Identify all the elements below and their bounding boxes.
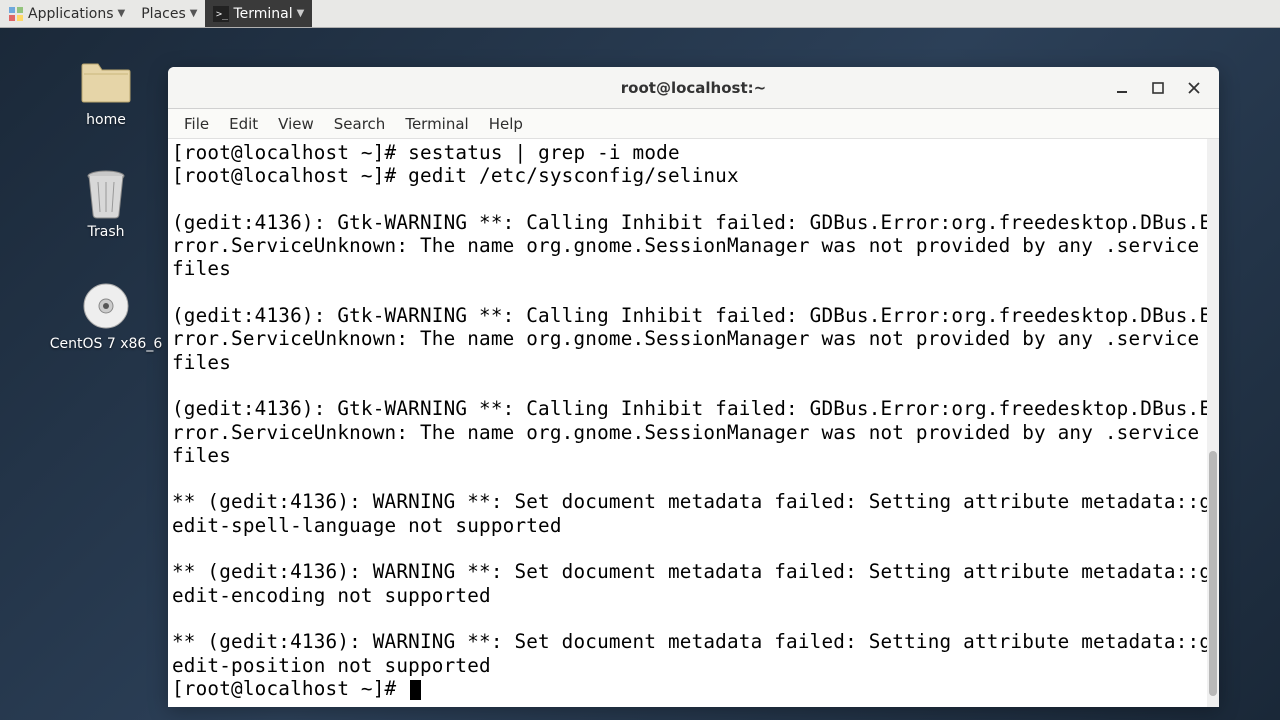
menubar: File Edit View Search Terminal Help <box>168 109 1219 139</box>
chevron-down-icon: ▼ <box>118 8 126 19</box>
output-line: (gedit:4136): Gtk-WARNING **: Calling In… <box>172 304 1211 374</box>
output-line: ** (gedit:4136): WARNING **: Set documen… <box>172 630 1211 676</box>
maximize-button[interactable] <box>1149 79 1167 97</box>
close-button[interactable] <box>1185 79 1203 97</box>
trash-icon <box>80 168 132 220</box>
places-label: Places <box>141 6 186 22</box>
applications-label: Applications <box>28 6 114 22</box>
places-menu[interactable]: Places ▼ <box>133 0 205 27</box>
prompt: [root@localhost ~]# <box>172 677 408 700</box>
menu-terminal[interactable]: Terminal <box>395 111 478 137</box>
output-line: ** (gedit:4136): WARNING **: Set documen… <box>172 490 1211 536</box>
desktop-icon-cd[interactable]: CentOS 7 x86_6 <box>36 280 176 352</box>
command-text: sestatus | grep -i mode <box>408 141 680 164</box>
terminal-cursor <box>410 680 421 700</box>
output-line: (gedit:4136): Gtk-WARNING **: Calling In… <box>172 397 1211 467</box>
terminal-icon: >_ <box>213 6 229 22</box>
window-controls <box>1113 67 1213 108</box>
chevron-down-icon: ▼ <box>297 8 305 19</box>
window-title: root@localhost:~ <box>621 79 766 97</box>
menu-view[interactable]: View <box>268 111 324 137</box>
menu-help[interactable]: Help <box>479 111 533 137</box>
command-text: gedit /etc/sysconfig/selinux <box>408 164 739 187</box>
applications-menu[interactable]: Applications ▼ <box>0 0 133 27</box>
scrollbar[interactable] <box>1207 139 1219 707</box>
prompt: [root@localhost ~]# <box>172 164 408 187</box>
prompt: [root@localhost ~]# <box>172 141 408 164</box>
output-line: (gedit:4136): Gtk-WARNING **: Calling In… <box>172 211 1211 281</box>
desktop-icon-label: Trash <box>46 224 166 240</box>
desktop-icon-label: CentOS 7 x86_6 <box>36 336 176 352</box>
menu-search[interactable]: Search <box>324 111 396 137</box>
folder-icon <box>80 56 132 108</box>
desktop-icon-trash[interactable]: Trash <box>46 168 166 240</box>
svg-text:>_: >_ <box>216 9 229 20</box>
terminal-taskbar-label: Terminal <box>233 6 292 22</box>
terminal-output[interactable]: [root@localhost ~]# sestatus | grep -i m… <box>168 139 1219 707</box>
apps-icon <box>8 6 24 22</box>
terminal-taskbar-item[interactable]: >_ Terminal ▼ <box>205 0 312 27</box>
desktop-icon-label: home <box>46 112 166 128</box>
chevron-down-icon: ▼ <box>190 8 198 19</box>
terminal-window: root@localhost:~ File Edit View Search T… <box>168 67 1219 707</box>
scrollbar-thumb[interactable] <box>1209 451 1217 695</box>
top-panel: Applications ▼ Places ▼ >_ Terminal ▼ <box>0 0 1280 28</box>
titlebar[interactable]: root@localhost:~ <box>168 67 1219 109</box>
menu-edit[interactable]: Edit <box>219 111 268 137</box>
menu-file[interactable]: File <box>174 111 219 137</box>
minimize-button[interactable] <box>1113 79 1131 97</box>
disc-icon <box>80 280 132 332</box>
desktop-icon-home[interactable]: home <box>46 56 166 128</box>
output-line: ** (gedit:4136): WARNING **: Set documen… <box>172 560 1211 606</box>
